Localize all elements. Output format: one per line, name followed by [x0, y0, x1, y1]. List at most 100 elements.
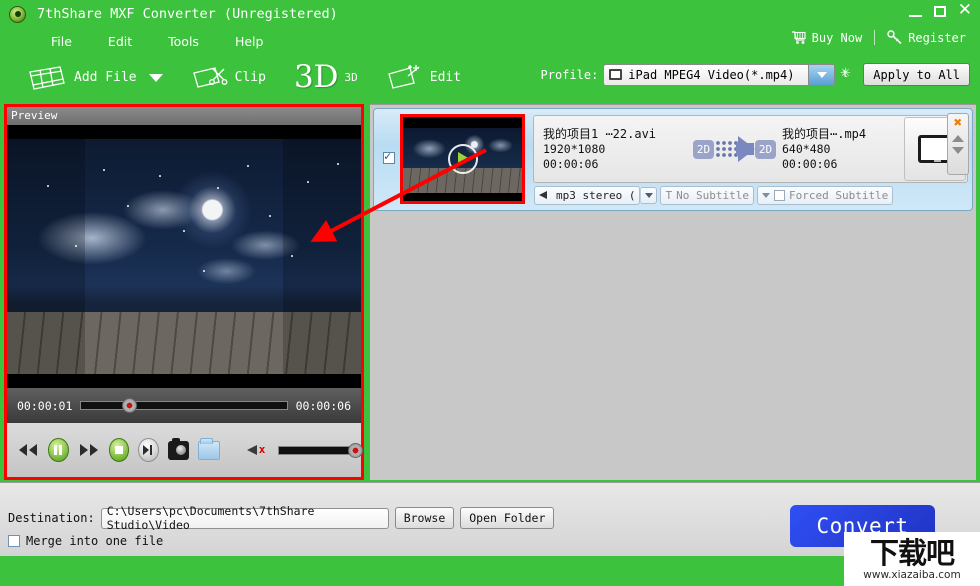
merge-label: Merge into one file	[26, 534, 164, 548]
key-icon	[887, 30, 902, 45]
subtitle-select[interactable]: T No Subtitle	[660, 186, 754, 205]
clip-label: Clip	[234, 70, 266, 85]
stop-button[interactable]	[108, 438, 129, 462]
forced-subtitle-checkbox[interactable]	[773, 190, 785, 201]
target-duration: 00:00:06	[782, 156, 838, 171]
chevron-down-icon[interactable]	[808, 64, 835, 85]
next-frame-button[interactable]	[138, 438, 159, 462]
forced-subtitle-chevron-down-icon[interactable]	[761, 193, 770, 198]
buy-now-button[interactable]: Buy Now	[791, 30, 863, 45]
destination-input[interactable]: C:\Users\pc\Documents\7thShare Studio\Vi…	[100, 504, 389, 532]
chevron-down-icon[interactable]	[148, 73, 163, 82]
three-d-small-label: 3D	[344, 71, 358, 84]
play-overlay-icon[interactable]	[447, 144, 478, 174]
maximize-button[interactable]	[933, 6, 946, 17]
title-bar: 7thShare MXF Converter (Unregistered) ✕	[0, 0, 980, 28]
speaker-icon	[539, 190, 552, 201]
menu-item-help[interactable]: Help	[229, 32, 270, 51]
remove-item-icon[interactable]: ✖	[954, 116, 962, 130]
pillarbox-left	[7, 139, 85, 375]
edit-label: Edit	[429, 70, 462, 85]
top-right-links: Buy Now Register	[791, 30, 966, 45]
merge-checkbox[interactable]	[8, 535, 20, 547]
minimize-button[interactable]	[908, 14, 922, 17]
volume-handle[interactable]	[347, 442, 363, 458]
register-label: Register	[908, 30, 966, 45]
destination-label: Destination:	[8, 511, 95, 525]
seek-handle[interactable]	[122, 398, 138, 413]
magic-wand-icon	[387, 64, 420, 89]
file-list-panel: 我的项目1 ⋯22.avi 1920*1080 00:00:06 2D 2D 我…	[370, 104, 976, 480]
merge-row: Merge into one file	[8, 534, 163, 548]
item-checkbox[interactable]	[383, 149, 395, 164]
item-info-card: 我的项目1 ⋯22.avi 1920*1080 00:00:06 2D 2D 我…	[533, 115, 968, 183]
letterbox-top	[7, 125, 361, 139]
source-meta: 我的项目1 ⋯22.avi 1920*1080 00:00:06	[543, 127, 693, 172]
watermark-text: 下载吧	[869, 535, 955, 570]
menu-item-file[interactable]: File	[45, 32, 78, 51]
subtitle-label: No Subtitle	[676, 189, 749, 202]
audio-subtitle-row: mp3 stereo ( T No Subtitle Forced Subtit…	[534, 186, 894, 205]
film-strip-icon	[29, 65, 65, 90]
watermark-url: www.xiazaiba.com	[863, 568, 961, 581]
site-watermark: 下载吧 www.xiazaiba.com	[844, 532, 980, 586]
window-controls: ✕	[908, 2, 972, 19]
preview-header-label: Preview	[7, 107, 361, 125]
fast-forward-button[interactable]	[78, 438, 100, 462]
open-folder-button[interactable]	[197, 437, 220, 460]
current-time-label: 00:00:01	[17, 398, 73, 413]
open-folder-button[interactable]: Open Folder	[460, 507, 555, 529]
register-button[interactable]: Register	[887, 30, 966, 45]
seek-slider[interactable]	[80, 398, 288, 413]
window-title: 7thShare MXF Converter (Unregistered)	[37, 6, 338, 22]
add-file-button[interactable]: Add File	[26, 63, 163, 93]
audio-track-label: mp3 stereo (	[556, 189, 636, 202]
pause-button[interactable]	[48, 438, 69, 462]
mute-icon[interactable]: x	[246, 441, 265, 459]
target-resolution: 640*480	[782, 141, 831, 156]
item-thumbnail[interactable]	[400, 114, 525, 204]
letterbox-bottom	[7, 374, 361, 388]
playback-controls: x	[7, 423, 363, 477]
device-icon	[609, 69, 623, 80]
rewind-button[interactable]	[17, 438, 39, 462]
browse-button[interactable]: Browse	[394, 507, 455, 529]
profile-select[interactable]: iPad MPEG4 Video(*.mp4)	[603, 63, 836, 86]
preview-video[interactable]	[7, 125, 361, 388]
app-logo-icon	[9, 5, 26, 23]
apply-to-all-button[interactable]: Apply to All	[863, 63, 970, 86]
destination-row: Destination: C:\Users\pc\Documents\7thSh…	[8, 504, 555, 532]
move-down-icon[interactable]	[952, 147, 964, 154]
add-file-label: Add File	[74, 70, 137, 85]
file-list-item[interactable]: 我的项目1 ⋯22.avi 1920*1080 00:00:06 2D 2D 我…	[373, 108, 973, 211]
forced-subtitle-toggle[interactable]: Forced Subtitle	[756, 186, 894, 205]
profile-label: Profile:	[540, 67, 599, 82]
bottom-green-strip	[0, 566, 980, 586]
audio-track-select[interactable]: mp3 stereo (	[534, 186, 641, 205]
total-time-label: 00:00:06	[295, 398, 351, 413]
profile-group: Profile: iPad MPEG4 Video(*.mp4) t Apply…	[540, 62, 970, 86]
move-up-icon[interactable]	[952, 135, 964, 142]
volume-slider[interactable]	[278, 442, 363, 458]
source-2d-badge: 2D	[693, 139, 714, 159]
subtitle-t-icon: T	[665, 189, 673, 202]
three-d-button[interactable]: 3D 3D	[294, 62, 358, 93]
edit-button[interactable]: Edit	[386, 63, 461, 93]
close-icon[interactable]: ✕	[958, 2, 972, 19]
divider	[874, 30, 876, 45]
audio-track-chevron-down-icon[interactable]	[640, 187, 658, 204]
item-actions-column: ✖	[947, 113, 969, 175]
clip-button[interactable]: Clip	[191, 63, 266, 93]
menu-item-edit[interactable]: Edit	[102, 32, 138, 51]
target-file-name: 我的项目⋯.mp4	[782, 126, 867, 141]
settings-gear-icon[interactable]: t	[840, 62, 858, 84]
conversion-arrow-icon	[736, 136, 755, 162]
seek-bar-row: 00:00:01 00:00:06	[7, 388, 361, 423]
profile-value: iPad MPEG4 Video(*.mp4)	[628, 67, 795, 82]
target-2d-badge: 2D	[755, 139, 776, 159]
step-forward-icon	[142, 445, 152, 455]
menu-item-tools[interactable]: Tools	[162, 32, 205, 51]
snapshot-button[interactable]	[167, 437, 189, 460]
buy-now-label: Buy Now	[811, 30, 863, 45]
scissors-icon	[192, 66, 228, 88]
